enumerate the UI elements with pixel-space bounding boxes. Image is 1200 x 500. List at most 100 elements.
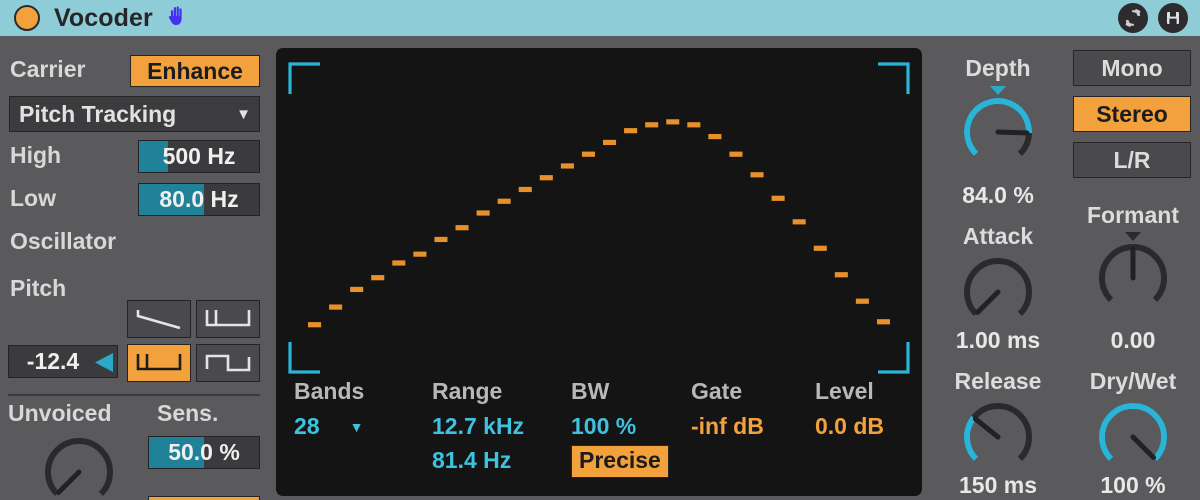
low-label: Low [10, 185, 56, 211]
left-panel-divider [8, 394, 260, 396]
level-param: Level 0.0 dB [815, 378, 884, 440]
titlebar-actions [1118, 3, 1188, 33]
formant-value: 0.00 [1110, 327, 1156, 353]
hand-icon[interactable] [165, 4, 189, 32]
chevron-down-icon: ▼ [236, 105, 251, 123]
knob-pointer [1130, 434, 1157, 461]
knob-value-arc [964, 98, 1032, 157]
knob-pointer [974, 289, 1001, 316]
carrier-panel: Carrier Enhance Pitch Tracking ▼ High 50… [0, 38, 268, 500]
drywet-value: 100 % [1100, 472, 1166, 498]
band-gain-chart [288, 62, 910, 374]
waveform-pulse-narrow-button[interactable] [196, 300, 260, 338]
unvoiced-speed-button[interactable]: Fast [148, 496, 260, 500]
enhance-button[interactable]: Enhance [130, 55, 260, 87]
mono-button[interactable]: Mono [1073, 50, 1191, 86]
envelope-panel: Depth 84.0 % Attack 1.00 ms Release 150 … [934, 38, 1062, 500]
gate-value[interactable]: -inf dB [691, 413, 764, 440]
waveform-saw-button[interactable] [127, 300, 191, 338]
release-knob[interactable] [957, 399, 1039, 471]
device-title: Vocoder [54, 3, 153, 32]
knob-pointer [55, 469, 82, 496]
precise-button[interactable]: Precise [571, 445, 669, 478]
unvoiced-header: Unvoiced [8, 400, 112, 427]
pitch-label: Pitch [10, 275, 67, 301]
sens-value: 50.0 % [168, 439, 240, 465]
knob-value-arc [1099, 403, 1167, 462]
waveform-pulse-button[interactable] [127, 344, 191, 382]
sens-label: Sens. [157, 400, 219, 426]
level-value[interactable]: 0.0 dB [815, 413, 884, 440]
oscillator-label: Oscillator [10, 228, 117, 254]
vocoder-device: Vocoder Carrier Enhance Pitch Tracking ▼… [0, 0, 1200, 500]
waveform-square-button[interactable] [196, 344, 260, 382]
formant-knob[interactable] [1092, 232, 1174, 314]
carrier-mode-dropdown[interactable]: Pitch Tracking ▼ [9, 96, 260, 132]
sync-icon[interactable] [1118, 3, 1148, 33]
range-low-value[interactable]: 81.4 Hz [432, 447, 524, 474]
bw-value[interactable]: 100 % [571, 413, 669, 440]
power-circle-icon[interactable] [14, 5, 40, 31]
gate-label: Gate [691, 378, 743, 404]
low-row: Low [10, 185, 56, 212]
band-display[interactable]: Bands 28 ▼ Range 12.7 kHz 81.4 Hz BW 100… [276, 48, 922, 496]
knob-marker-icon [989, 86, 1007, 95]
stereo-button[interactable]: Stereo [1073, 96, 1191, 132]
bw-label: BW [571, 378, 610, 404]
drywet-label: Dry/Wet [1089, 368, 1177, 394]
knob-track [964, 258, 1032, 317]
bands-control[interactable]: 28 ▼ [294, 413, 364, 440]
corner-bracket-top-left [288, 62, 320, 94]
depth-knob[interactable] [957, 86, 1039, 168]
save-disk-icon[interactable] [1158, 3, 1188, 33]
high-freq-value: 500 Hz [162, 143, 236, 169]
low-freq-field[interactable]: 80.0 Hz [138, 183, 260, 216]
high-label: High [10, 142, 62, 168]
range-label: Range [432, 378, 503, 404]
bw-param: BW 100 % Precise [571, 378, 669, 478]
knob-pointer [972, 416, 1001, 440]
knob-value-arc [964, 415, 979, 462]
carrier-mode-value: Pitch Tracking [19, 100, 177, 127]
carrier-header-row: Carrier [10, 56, 85, 83]
knob-track [45, 438, 113, 497]
formant-label: Formant [1087, 202, 1179, 228]
high-freq-field[interactable]: 500 Hz [138, 140, 260, 173]
attack-value: 1.00 ms [955, 327, 1041, 353]
sens-field[interactable]: 50.0 % [148, 436, 260, 469]
pitch-value-field[interactable]: -12.4 [8, 345, 118, 378]
lr-button[interactable]: L/R [1073, 142, 1191, 178]
oscillator-header: Oscillator [10, 228, 116, 255]
low-freq-value: 80.0 Hz [159, 186, 239, 212]
attack-label: Attack [962, 223, 1034, 249]
knob-marker-icon [1124, 232, 1142, 241]
gate-param: Gate -inf dB [691, 378, 764, 440]
pitch-value: -12.4 [26, 348, 80, 374]
unvoiced-knob[interactable] [38, 434, 120, 500]
pitch-bipolar-indicator [95, 353, 113, 372]
knob-pointer [995, 129, 1030, 136]
corner-bracket-bottom-left [288, 342, 320, 374]
pitch-row: Pitch [10, 275, 66, 302]
depth-label: Depth [965, 55, 1031, 81]
level-label: Level [815, 378, 874, 404]
sens-header: Sens. [157, 400, 218, 427]
output-panel: Mono Stereo L/R Formant 0.00 Dry/Wet 100… [1066, 38, 1200, 500]
range-high-value[interactable]: 12.7 kHz [432, 413, 524, 440]
attack-knob[interactable] [957, 254, 1039, 326]
bands-label: Bands [294, 378, 365, 404]
high-row: High [10, 142, 61, 169]
corner-bracket-top-right [878, 62, 910, 94]
corner-bracket-bottom-right [878, 342, 910, 374]
knob-track [964, 403, 1032, 462]
release-value: 150 ms [958, 472, 1037, 498]
release-label: Release [954, 368, 1042, 394]
depth-value: 84.0 % [962, 182, 1034, 208]
bands-value: 28 [294, 413, 320, 439]
carrier-label: Carrier [10, 56, 86, 82]
unvoiced-label: Unvoiced [8, 400, 112, 426]
chevron-down-icon[interactable]: ▼ [350, 419, 364, 435]
device-title-bar: Vocoder [0, 0, 1200, 36]
drywet-knob[interactable] [1092, 399, 1174, 471]
bands-param: Bands 28 ▼ [294, 378, 364, 440]
